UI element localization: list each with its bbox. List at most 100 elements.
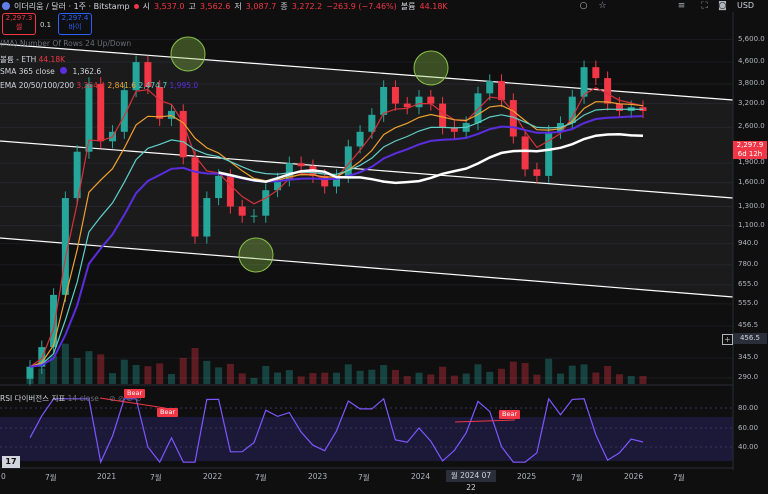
volume-bar xyxy=(167,374,175,384)
candle xyxy=(97,83,105,142)
fullscreen-icon[interactable]: ⛶ xyxy=(699,1,710,11)
candle xyxy=(403,103,411,108)
volume-bar xyxy=(568,365,576,384)
sell-label: 셀 xyxy=(15,23,23,31)
volume-bar xyxy=(462,373,470,384)
volume-bar xyxy=(615,374,623,384)
ema50-value: 2,841.6 xyxy=(107,81,137,90)
cursor-date: 월 2024 07 22 xyxy=(446,470,496,492)
candle xyxy=(427,96,435,104)
list-icon[interactable]: ≡ xyxy=(676,1,687,11)
volume-bar xyxy=(403,376,411,384)
candle xyxy=(191,157,199,237)
symbol-title[interactable]: 이더리움 / 달러 · 1주 · Bitstamp xyxy=(14,1,130,12)
volume-bar xyxy=(61,343,69,384)
volume-bar xyxy=(415,372,423,384)
volume-bar xyxy=(521,363,529,384)
last-marker-value: 456.5 xyxy=(739,334,761,342)
candle xyxy=(380,86,388,115)
volume-legend[interactable]: 볼륨 - ETH 44.18K xyxy=(0,54,65,65)
volume-bar xyxy=(109,373,117,384)
volume-bar xyxy=(627,376,635,384)
volume-bar xyxy=(144,366,152,384)
volume-bar xyxy=(498,368,506,384)
sell-button[interactable]: 2,297.3 셀 xyxy=(2,13,36,35)
volume-bar xyxy=(427,374,435,384)
star-icon[interactable]: ☆ xyxy=(597,1,608,11)
volume-bar xyxy=(356,370,364,384)
chart-canvas[interactable] xyxy=(0,0,768,486)
price-tick: 456.5 xyxy=(738,321,759,330)
volume-bar xyxy=(368,369,376,384)
time-tick: 7월 xyxy=(673,473,685,482)
candle xyxy=(521,136,529,170)
open-value: 3,537.0 xyxy=(153,1,185,11)
price-tick: 2,600.0 xyxy=(738,122,765,131)
buy-label: 바이 xyxy=(68,23,82,31)
price-tick: 3,800.0 xyxy=(738,78,765,87)
volume-bar xyxy=(191,348,199,384)
ema-legend-name: EMA 20/50/100/200 xyxy=(0,81,75,90)
rsi-legend[interactable]: RSI 다이버전스 지표 14 close ⊘ ⊘ ⊘ ⊘ xyxy=(0,393,142,404)
currency-label[interactable]: USD xyxy=(737,1,754,10)
change-value: −263.9 (−7.46%) xyxy=(326,1,397,11)
price-tick: 1,300.0 xyxy=(738,201,765,210)
eye-icon[interactable] xyxy=(60,67,68,74)
rsi-name: RSI 다이버전스 지표 xyxy=(0,394,66,403)
volume-bar xyxy=(545,358,553,384)
bear-label: Bear xyxy=(124,389,146,398)
ema-legend[interactable]: EMA 20/50/100/200 3,264.4 2,841.6 2,474.… xyxy=(0,81,198,90)
volume-bar xyxy=(156,363,164,384)
volume-bar xyxy=(203,360,211,384)
tradingview-logo: 17 xyxy=(2,456,20,468)
volume-bar xyxy=(391,369,399,384)
volume-bar xyxy=(262,366,270,384)
candle xyxy=(297,163,305,167)
candle xyxy=(356,131,364,147)
price-tick: 4,600.0 xyxy=(738,57,765,66)
buy-price: 2,297.4 xyxy=(61,14,89,22)
volume-bar xyxy=(226,363,234,384)
highlight-circle xyxy=(170,36,206,72)
ghost-legend: (MA) Number Of Rows 24 Up/Down xyxy=(0,39,132,48)
open-label: 시 xyxy=(142,1,150,11)
candle xyxy=(262,190,270,216)
time-tick: 7월 xyxy=(358,473,370,482)
time-tick: 2023 xyxy=(308,472,328,481)
high-label: 고 xyxy=(188,1,196,11)
volume-bar xyxy=(486,371,494,384)
volume-bar xyxy=(556,373,564,384)
last-marker-tag: 456.5 xyxy=(733,333,767,344)
time-tick: 7월 xyxy=(255,473,267,482)
volume-bar xyxy=(344,364,352,384)
high-value: 3,562.6 xyxy=(199,1,231,11)
time-tick: 2026 xyxy=(624,472,644,481)
volume-legend-name: 볼륨 - ETH xyxy=(0,55,37,64)
volume-bar xyxy=(509,361,517,384)
plus-icon[interactable]: + xyxy=(722,334,733,345)
candle xyxy=(391,86,399,104)
candle xyxy=(439,103,447,128)
buy-button[interactable]: 2,297.4 바이 xyxy=(58,13,92,35)
camera-icon[interactable]: ◙ xyxy=(717,1,728,11)
volume-bar xyxy=(297,376,305,384)
volume-bar xyxy=(238,373,246,384)
volume-bar xyxy=(580,364,588,384)
bear-label: Bear xyxy=(157,408,179,417)
volume-bar xyxy=(73,358,81,384)
candle xyxy=(545,131,553,176)
sma-legend[interactable]: SMA 365 close 1,362.6 xyxy=(0,67,101,76)
ema200-value: 1,995.0 xyxy=(169,81,199,90)
candle xyxy=(238,206,246,216)
close-label: 종 xyxy=(280,1,288,11)
ema100-value: 2,474.7 xyxy=(138,81,168,90)
volume-bar xyxy=(179,358,187,384)
price-tick: 5,600.0 xyxy=(738,34,765,43)
volume-bar xyxy=(285,370,293,384)
price-tick: 555.0 xyxy=(738,298,759,307)
circle-icon[interactable]: ○ xyxy=(578,1,589,11)
low-value: 3,087.7 xyxy=(245,1,277,11)
volume-label: 볼륨 xyxy=(400,1,416,11)
time-tick: 2024 xyxy=(411,472,431,481)
volume-bar xyxy=(533,374,541,384)
